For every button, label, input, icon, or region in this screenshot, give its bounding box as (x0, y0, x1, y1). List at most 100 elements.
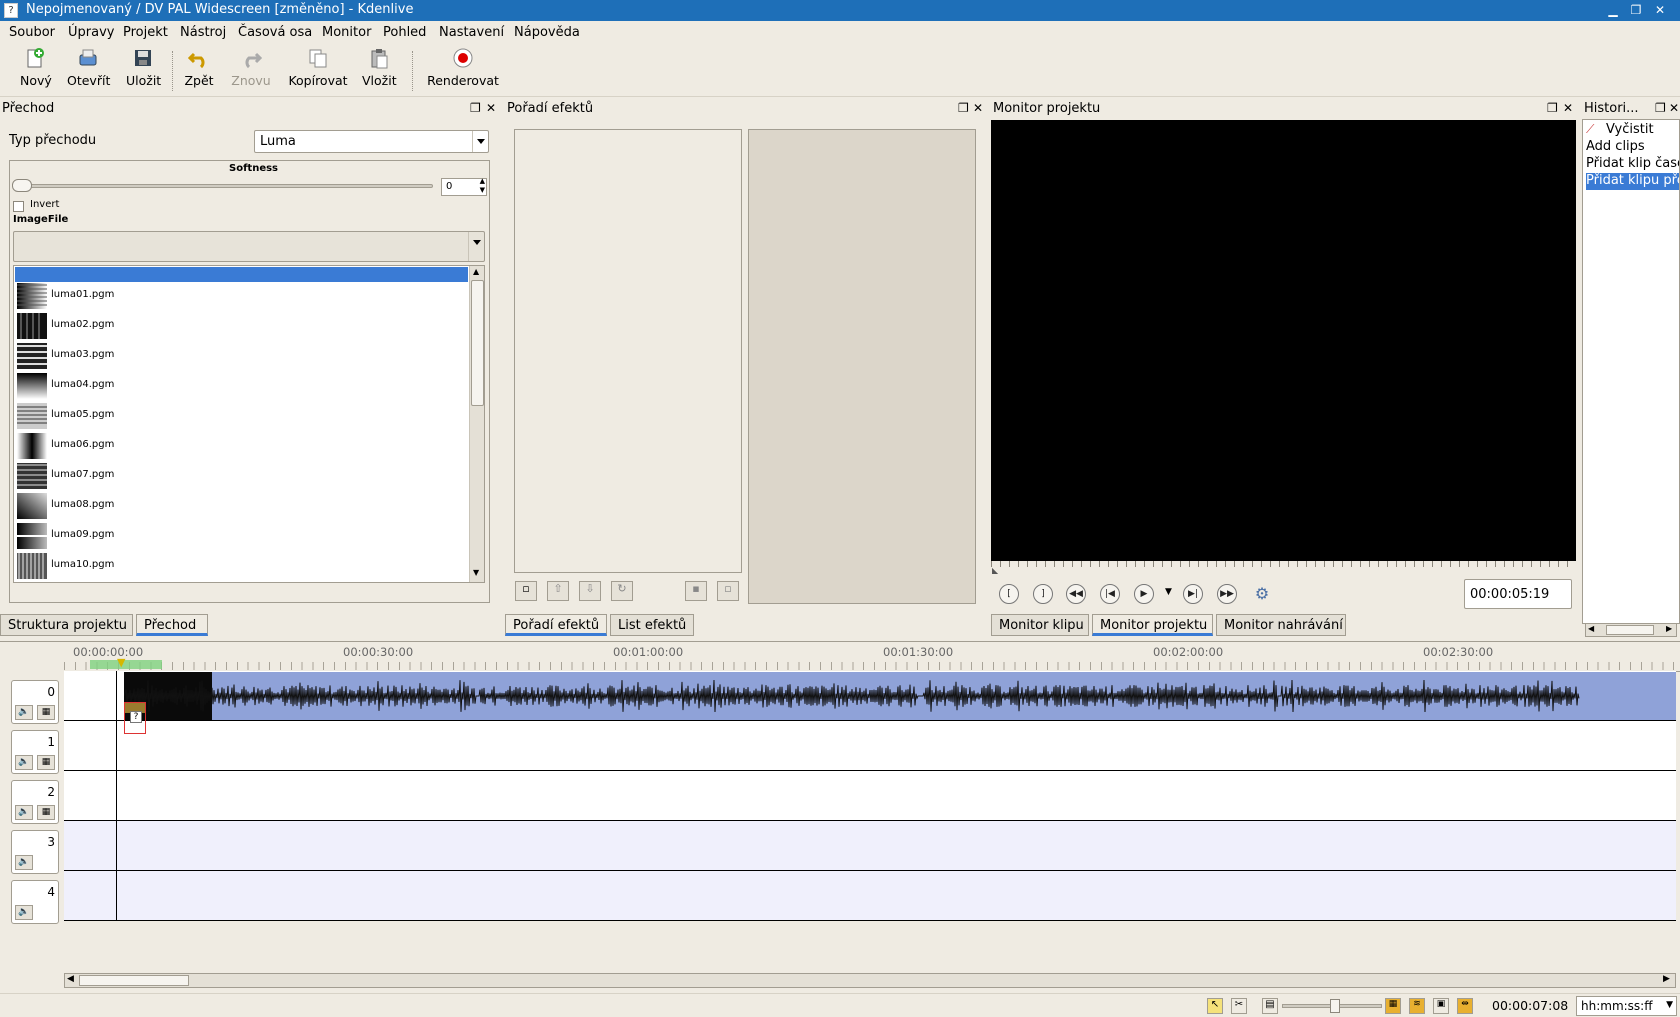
hide-video-icon[interactable]: ▦ (37, 755, 55, 770)
close-panel-icon[interactable]: ✕ (1563, 101, 1573, 115)
show-thumbnails-icon[interactable]: ▦ (1385, 998, 1401, 1014)
move-down-button[interactable]: ⇩ (579, 581, 601, 601)
paste-button[interactable]: Vložit (362, 47, 397, 88)
list-scrollbar-thumb[interactable] (471, 280, 484, 406)
menu-nastaveni[interactable]: Nastavení (439, 25, 504, 40)
snap-icon[interactable]: ⇹ (1457, 998, 1473, 1014)
close-panel-icon[interactable]: ✕ (1669, 101, 1679, 115)
scroll-right-icon[interactable]: ▶ (1666, 624, 1672, 633)
new-button[interactable]: Nový (20, 47, 52, 88)
gear-icon[interactable]: ⚙ (1252, 584, 1272, 604)
mute-audio-icon[interactable]: 🔈 (15, 855, 33, 870)
list-item[interactable]: luma08.pgm (14, 492, 438, 520)
scroll-left-icon[interactable]: ◀ (67, 974, 74, 984)
timecode-format-select[interactable]: hh:mm:ss:ff ▼ (1576, 996, 1677, 1016)
imagefile-list[interactable]: luma01.pgm luma02.pgm luma03.pgm luma04.… (13, 265, 485, 583)
undo-button[interactable]: Zpět (183, 47, 215, 88)
menu-pohled[interactable]: Pohled (383, 25, 426, 40)
list-item[interactable]: luma02.pgm (14, 312, 438, 340)
redo-button[interactable]: Znovu (230, 47, 272, 88)
timeline-ruler[interactable]: ▼ 00:00:00:00 00:00:30:00 00:01:00:00 00… (64, 645, 1680, 672)
monitor-timecode-field[interactable]: 00:00:05:19 (1464, 579, 1572, 609)
maximize-button[interactable]: ❐ (1627, 2, 1645, 19)
monitor-ruler[interactable] (991, 561, 1576, 567)
list-item[interactable]: luma09.pgm (14, 522, 438, 550)
set-zone-start-button[interactable]: [ (999, 584, 1019, 604)
list-item[interactable]: luma07.pgm (14, 462, 438, 490)
tab-record-monitor[interactable]: Monitor nahrávání (1216, 614, 1346, 636)
history-item[interactable]: Add clips (1586, 139, 1679, 156)
track-row-3[interactable] (64, 821, 1676, 871)
list-selected-row[interactable] (15, 267, 468, 282)
close-window-button[interactable]: ✕ (1651, 2, 1669, 19)
tab-project-monitor[interactable]: Monitor projektu (1092, 614, 1213, 636)
play-button[interactable]: ▶ (1134, 584, 1154, 604)
hide-video-icon[interactable]: ▦ (37, 805, 55, 820)
audio-clip[interactable] (124, 672, 1676, 720)
history-item-selected[interactable]: Přidat klipu pře (1586, 173, 1679, 190)
set-zone-end-button[interactable]: ] (1033, 584, 1053, 604)
list-item[interactable]: luma04.pgm (14, 372, 438, 400)
new-effect-button[interactable]: ▫ (515, 581, 537, 601)
scroll-up-icon[interactable]: ▲ (473, 267, 479, 276)
track-row-1[interactable] (64, 721, 1676, 771)
razor-tool-icon[interactable]: ✂ (1231, 998, 1247, 1014)
tab-project-tree[interactable]: Struktura projektu (0, 614, 133, 636)
menu-projekt[interactable]: Projekt (123, 25, 168, 40)
float-panel-icon[interactable]: ❐ (470, 101, 481, 115)
scroll-left-icon[interactable]: ◀ (1588, 624, 1594, 633)
reset-effect-button[interactable]: ↻ (611, 581, 633, 601)
list-item[interactable]: luma03.pgm (14, 342, 438, 370)
list-scrollbar[interactable]: ▲ ▼ (469, 266, 484, 582)
fit-zoom-icon[interactable]: ▤ (1262, 998, 1278, 1014)
close-panel-icon[interactable]: ✕ (486, 101, 496, 115)
track-row-4[interactable] (64, 871, 1676, 921)
history-hscrollbar[interactable]: ◀ ▶ (1585, 623, 1677, 637)
tab-clip-monitor[interactable]: Monitor klipu (991, 614, 1089, 636)
scroll-down-icon[interactable]: ▼ (473, 568, 479, 577)
zoom-slider-handle[interactable] (1330, 999, 1340, 1013)
tab-effect-stack[interactable]: Pořadí efektů (505, 614, 607, 636)
play-menu-chevron-icon[interactable]: ▼ (1165, 587, 1172, 597)
float-panel-icon[interactable]: ❐ (1547, 101, 1558, 115)
invert-checkbox[interactable] (13, 201, 24, 212)
scroll-right-icon[interactable]: ▶ (1663, 974, 1670, 984)
save-button[interactable]: Uložit (126, 47, 161, 88)
rewind-button[interactable]: ◀◀ (1066, 584, 1086, 604)
monitor-screen[interactable] (991, 120, 1576, 561)
spin-down-icon[interactable]: ▼ (480, 186, 485, 194)
menu-upravy[interactable]: Úpravy (68, 25, 114, 40)
render-button[interactable]: Renderovat (427, 47, 499, 88)
float-panel-icon[interactable]: ❐ (958, 101, 969, 115)
menu-casova-osa[interactable]: Časová osa (238, 25, 312, 40)
mute-audio-icon[interactable]: 🔈 (15, 755, 33, 770)
menu-monitor[interactable]: Monitor (322, 25, 371, 40)
spin-up-icon[interactable]: ▲ (480, 177, 485, 185)
float-panel-icon[interactable]: ❐ (1655, 101, 1666, 115)
softness-slider-handle[interactable] (12, 179, 32, 192)
forward-frame-button[interactable]: ▶| (1183, 584, 1203, 604)
history-list[interactable]: ⟋ Vyčistit Add clips Přidat klip časo Př… (1582, 119, 1680, 624)
delete-effect-button[interactable]: ▫ (717, 581, 739, 601)
mute-audio-icon[interactable]: 🔈 (15, 705, 33, 720)
timeline-hscrollbar[interactable]: ◀ ▶ (64, 973, 1676, 988)
close-panel-icon[interactable]: ✕ (973, 101, 983, 115)
select-tool-icon[interactable]: ↖ (1207, 998, 1223, 1014)
effect-stack-list[interactable] (514, 129, 742, 573)
show-waveform-icon[interactable]: ≋ (1409, 998, 1425, 1014)
tab-transition[interactable]: Přechod (136, 614, 208, 636)
minimize-button[interactable]: ▁ (1604, 2, 1622, 19)
open-button[interactable]: Otevřít (67, 47, 110, 88)
mute-audio-icon[interactable]: 🔈 (15, 905, 33, 920)
transition-type-select[interactable]: Luma (254, 130, 489, 153)
forward-button[interactable]: ▶▶ (1217, 584, 1237, 604)
hide-video-icon[interactable]: ▦ (37, 705, 55, 720)
menu-nastroj[interactable]: Nástroj (180, 25, 226, 40)
rewind-frame-button[interactable]: |◀ (1100, 584, 1120, 604)
history-item[interactable]: Přidat klip časo (1586, 156, 1679, 173)
menu-soubor[interactable]: Soubor (9, 25, 55, 40)
save-effect-button[interactable]: ▪ (685, 581, 707, 601)
list-item[interactable]: luma10.pgm (14, 552, 438, 580)
history-hscrollbar-thumb[interactable] (1606, 625, 1654, 635)
track-row-2[interactable] (64, 771, 1676, 821)
